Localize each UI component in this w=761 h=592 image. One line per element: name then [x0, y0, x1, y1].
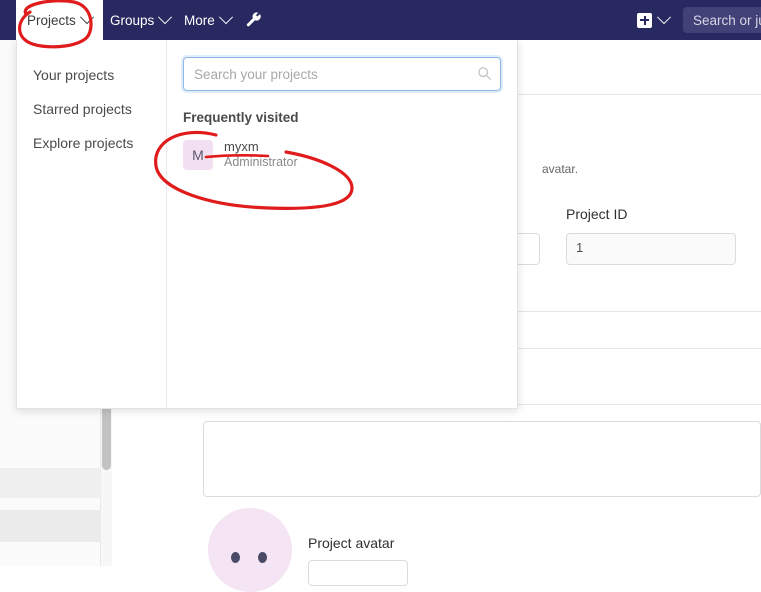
nav-item-groups[interactable]: Groups	[99, 0, 181, 40]
project-avatar-upload-button[interactable]	[308, 560, 408, 586]
chevron-down-icon	[158, 10, 173, 25]
menu-item-starred-projects-label: Starred projects	[33, 101, 132, 117]
menu-item-explore-projects-label: Explore projects	[33, 135, 134, 151]
plus-square-icon[interactable]	[637, 12, 652, 28]
nav-item-projects-label: Projects	[27, 12, 76, 28]
wrench-icon[interactable]	[245, 11, 263, 29]
project-item-name: myxm	[224, 139, 259, 154]
menu-item-explore-projects[interactable]: Explore projects	[17, 126, 166, 160]
projects-dropdown-menu: Your projects Starred projects Explore p…	[17, 40, 167, 408]
menu-item-starred-projects[interactable]: Starred projects	[17, 92, 166, 126]
project-avatar-label: Project avatar	[308, 535, 395, 551]
global-search-input[interactable]: Search or ju	[683, 7, 761, 33]
project-id-label: Project ID	[566, 206, 628, 222]
sidebar-block-upper	[0, 468, 104, 498]
menu-item-your-projects[interactable]: Your projects	[17, 58, 166, 92]
project-search-wrap	[183, 57, 501, 91]
project-id-input: 1	[566, 233, 736, 265]
project-description-textarea[interactable]	[203, 421, 761, 497]
project-list-item[interactable]: M myxm Administrator	[183, 139, 501, 170]
frequently-visited-title: Frequently visited	[183, 110, 299, 125]
nav-item-more[interactable]: More	[173, 0, 242, 40]
avatar-help-text: avatar.	[542, 162, 579, 176]
chevron-down-icon[interactable]	[656, 10, 672, 25]
sidebar-block-lower	[0, 510, 104, 542]
projects-dropdown-panel: Your projects Starred projects Explore p…	[16, 40, 518, 409]
chevron-down-icon	[218, 10, 233, 25]
top-navbar: Projects Groups More Search or ju	[0, 0, 761, 40]
project-avatar-preview	[208, 508, 292, 592]
nav-item-more-label: More	[184, 12, 215, 28]
nav-item-groups-label: Groups	[110, 12, 155, 28]
nav-item-projects[interactable]: Projects	[16, 0, 103, 40]
project-avatar-initial: M	[183, 139, 213, 170]
content-scrollbar-thumb[interactable]	[102, 404, 111, 470]
project-item-text: myxm Administrator	[224, 139, 298, 170]
chevron-down-icon	[79, 10, 94, 25]
project-search-input[interactable]	[183, 57, 501, 91]
menu-item-your-projects-label: Your projects	[33, 67, 115, 83]
projects-dropdown-body: Frequently visited M myxm Administrator	[167, 40, 517, 408]
project-item-role: Administrator	[224, 155, 298, 169]
